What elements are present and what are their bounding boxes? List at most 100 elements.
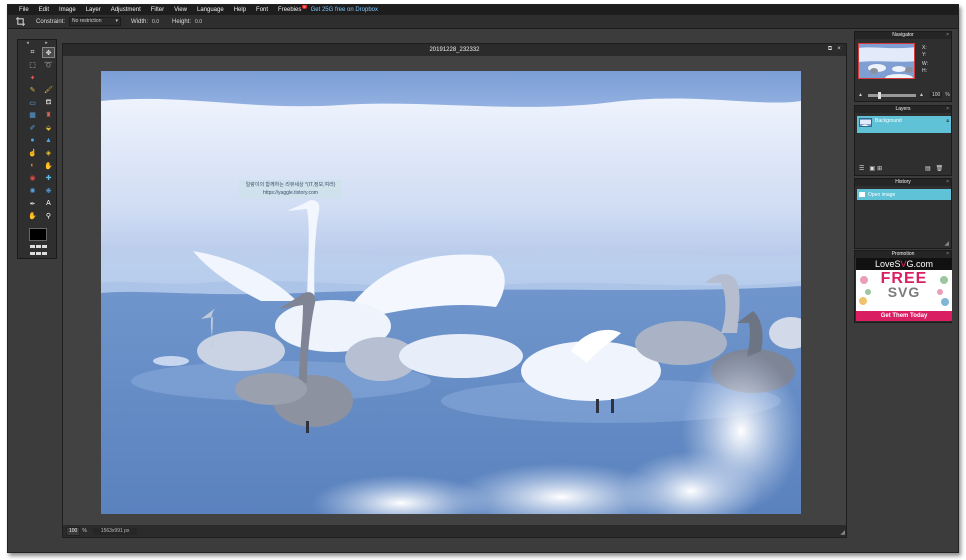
promo-cta-button[interactable]: Get Them Today [856, 311, 952, 321]
layer-name: Background [875, 118, 902, 124]
menu-help[interactable]: Help [234, 5, 246, 15]
eraser-icon[interactable]: ▭ [26, 97, 39, 108]
width-input[interactable]: 0.0 [152, 19, 166, 25]
menu-language[interactable]: Language [197, 5, 224, 15]
layers-footer: ☰ ▣ ⊞ ▤ 🗑︎ [859, 165, 943, 172]
colorize-icon[interactable]: ✐ [26, 122, 39, 133]
red-eye-icon[interactable]: ◉ [26, 173, 39, 184]
promotion-banner[interactable]: LoveSVG.com FREE SVG Get Them Today [856, 258, 952, 321]
mountain-small-icon[interactable]: ▲ [858, 92, 865, 98]
gradient-icon[interactable]: ▦ [26, 110, 39, 121]
navigator-coordinates: X: Y: W: H: [922, 45, 928, 74]
layer-mask-icon[interactable]: ▣ [869, 165, 875, 172]
dropbox-promo-link[interactable]: Get 25G free on Dropbox [311, 7, 378, 13]
layer-actions: ▤ 🗑︎ [925, 165, 948, 172]
delete-layer-icon[interactable]: 🗑︎ [936, 165, 944, 172]
floral-decoration-icon [859, 276, 871, 305]
color-picker-icon[interactable]: ✒ [26, 198, 39, 209]
navigator-title-bar[interactable]: Navigator × [855, 32, 951, 39]
zoom-slider-knob[interactable] [878, 91, 881, 99]
crop-icon [16, 16, 26, 27]
pencil-icon[interactable]: ✎ [26, 85, 39, 96]
menu-file[interactable]: File [19, 5, 29, 15]
menu-view[interactable]: View [174, 5, 187, 15]
document-icon [859, 192, 865, 197]
menu-font[interactable]: Font [256, 5, 268, 15]
bucket-icon[interactable]: ⛾ [42, 97, 55, 108]
spot-heal-icon[interactable]: ✚ [42, 173, 55, 184]
zoom-slider[interactable] [868, 91, 916, 99]
type-icon[interactable]: A [42, 198, 55, 209]
drawing-icon[interactable]: ⬙ [42, 122, 55, 133]
crop-icon[interactable]: ⌗ [26, 47, 39, 58]
navigator-panel: Navigator × X: Y: W: H: ▲ ▲ 100 % [854, 31, 952, 102]
layer-row[interactable]: Background 🔒︎ [857, 116, 951, 133]
document-statusbar: 100 % 1563x991 px ◢ [63, 525, 846, 537]
burn-icon[interactable]: ✋ [42, 160, 55, 171]
navigator-thumbnail[interactable] [858, 43, 915, 79]
zoom-icon[interactable]: ⚲ [42, 211, 55, 222]
zoom-input[interactable]: 100 [66, 526, 81, 536]
blur-icon[interactable]: ● [26, 135, 39, 146]
layers-title-bar[interactable]: Layers × [855, 106, 951, 113]
marquee-icon[interactable]: ⬚ [26, 60, 39, 71]
resize-grip-icon[interactable]: ◢ [840, 529, 845, 536]
close-icon[interactable]: × [946, 106, 949, 113]
dodge-icon[interactable]: ◐ [26, 160, 39, 171]
close-icon[interactable]: × [946, 251, 949, 258]
chevron-down-icon: ▾ [115, 18, 119, 24]
canvas-area[interactable]: 일랑이의 함께하는 리뷰세상 *(IT,정보,여러) https://yaggl… [63, 56, 846, 527]
navigator-title: Navigator [892, 32, 914, 38]
menu-filter[interactable]: Filter [151, 5, 164, 15]
menu-adjustment[interactable]: Adjustment [111, 5, 141, 15]
restore-window-icon[interactable]: ⧉ [826, 45, 834, 54]
navigator-zoom-input[interactable]: 100 [930, 92, 943, 98]
pinch-icon[interactable]: ❋ [42, 185, 55, 196]
foreground-color-swatch[interactable] [29, 228, 47, 241]
constraint-select[interactable]: No restriction ▾ [69, 17, 122, 26]
layer-styles-icon[interactable]: ⊞ [877, 165, 882, 172]
menubar: File Edit Image Layer Adjustment Filter … [8, 5, 958, 15]
magic-wand-icon[interactable]: ✦ [26, 72, 39, 83]
watermark-line1: 일랑이의 함께하는 리뷰세상 *(IT,정보,여러) [245, 182, 336, 188]
promotion-title: Promotion [891, 251, 915, 257]
tools-panel: ◂ ▸ ⌗ ✥ ⬚ ➰ ✦ ✎ 🖌︎ ▭ ⛾ ▦ ♜ ✐ ⬙ ● ▲ ☝ ◈ ◐ ✋ ◉ ✚ ✺ ❋ ✒ A ✋ ⚲ [17, 39, 57, 259]
sponge-icon[interactable]: ◈ [42, 148, 55, 159]
lock-icon: 🔒︎ [946, 118, 949, 124]
h-label: H: [922, 67, 927, 74]
layer-properties-icon[interactable]: ☰ [859, 165, 864, 172]
view-mode-icon[interactable] [30, 245, 48, 256]
close-icon[interactable]: × [835, 45, 843, 54]
hand-icon[interactable]: ✋ [26, 211, 39, 222]
mountain-large-icon[interactable]: ▲ [919, 92, 926, 98]
width-label: Width: [131, 18, 149, 25]
menu-image[interactable]: Image [59, 5, 76, 15]
constraint-value: No restriction [72, 18, 102, 24]
canvas-image-swans[interactable]: 일랑이의 함께하는 리뷰세상 *(IT,정보,여러) https://yaggl… [101, 71, 801, 514]
layers-panel: Layers × Background 🔒︎ ☰ ▣ ⊞ ▤ 🗑︎ [854, 105, 952, 176]
history-title-bar[interactable]: History × [855, 179, 951, 186]
layer-thumbnail [859, 118, 872, 127]
sharpen-icon[interactable]: ▲ [42, 135, 55, 146]
bloat-icon[interactable]: ✺ [26, 185, 39, 196]
history-item[interactable]: Open image [857, 189, 951, 200]
document-titlebar[interactable]: 20191228_232332 ⧉ × [63, 44, 846, 56]
resize-grip-icon[interactable]: ◢ [944, 240, 949, 247]
navigator-zoom-percent: % [945, 92, 950, 98]
navigator-zoom-bar: ▲ ▲ 100 % [858, 91, 950, 99]
menu-freebies-label: Freebies [278, 7, 302, 13]
freebies-badge: 5 [302, 4, 307, 9]
close-icon[interactable]: × [946, 179, 949, 186]
move-icon[interactable]: ✥ [42, 47, 55, 59]
brush-icon[interactable]: 🖌︎ [42, 85, 55, 96]
smudge-icon[interactable]: ☝ [26, 148, 39, 159]
menu-edit[interactable]: Edit [39, 5, 49, 15]
lasso-icon[interactable]: ➰ [42, 60, 55, 71]
close-icon[interactable]: × [946, 32, 949, 39]
menu-layer[interactable]: Layer [86, 5, 101, 15]
menu-freebies[interactable]: Freebies5 [278, 5, 307, 15]
tool-options-bar: Constraint: No restriction ▾ Width: 0.0 H… [8, 15, 958, 29]
new-layer-icon[interactable]: ▤ [925, 165, 931, 172]
clone-stamp-icon[interactable]: ♜ [42, 110, 55, 121]
height-input[interactable]: 0.0 [195, 19, 209, 25]
